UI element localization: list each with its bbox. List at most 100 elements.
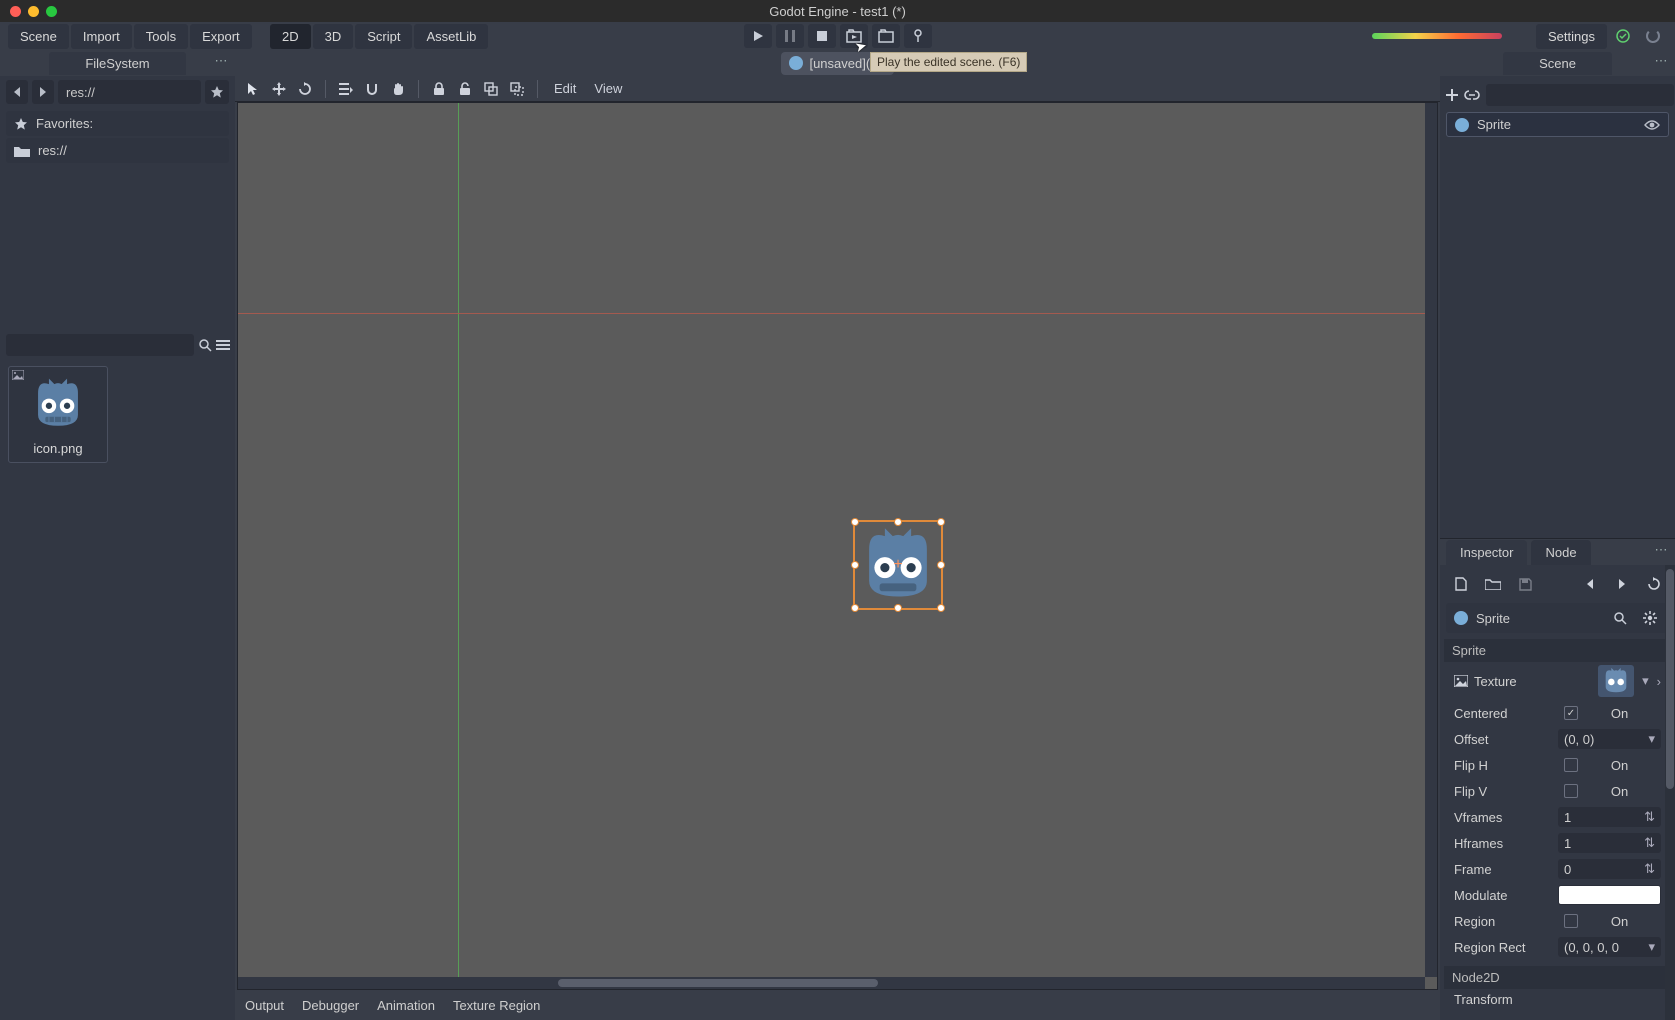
list-select-tool[interactable] (334, 78, 358, 100)
prop-flipv-checkbox[interactable] (1564, 784, 1578, 798)
inspector-tab[interactable]: Inspector (1446, 540, 1527, 565)
prop-centered-label: Centered (1454, 706, 1550, 721)
prop-region-label: Region (1454, 914, 1550, 929)
insp-history-back[interactable] (1579, 573, 1601, 595)
prop-frame-field[interactable]: 0⇅ (1558, 859, 1661, 879)
scene-dock-options[interactable]: ⋯ (1653, 54, 1669, 68)
canvas-toolbar: Edit View (235, 76, 1440, 102)
fs-favorite-toggle[interactable] (205, 80, 229, 104)
fs-search-button[interactable] (198, 334, 212, 356)
play-custom-scene-button[interactable] (872, 24, 900, 48)
menu-scene[interactable]: Scene (8, 24, 69, 49)
settings-button[interactable]: Settings (1536, 24, 1607, 49)
select-tool[interactable] (241, 78, 265, 100)
fs-file-item[interactable]: icon.png (8, 366, 108, 463)
resize-handle[interactable] (937, 604, 945, 612)
fs-view-mode-button[interactable] (216, 334, 230, 356)
prop-regionrect-field[interactable]: (0, 0, 0, 0▾ (1558, 937, 1661, 957)
image-type-icon (12, 370, 24, 380)
filesystem-dock-tab[interactable]: FileSystem (49, 52, 185, 75)
node-visibility-toggle[interactable] (1644, 119, 1660, 131)
fs-favorites-row[interactable]: Favorites: (6, 111, 229, 136)
ungroup-tool[interactable] (505, 78, 529, 100)
prop-centered-value: On (1611, 706, 1628, 721)
prop-texture-thumb[interactable] (1598, 665, 1634, 697)
inspector-scrollbar-thumb[interactable] (1666, 569, 1674, 789)
prop-modulate-swatch[interactable] (1558, 885, 1661, 905)
fs-forward-button[interactable] (32, 80, 54, 104)
workspace-3d-tab[interactable]: 3D (313, 24, 354, 49)
play-button[interactable] (744, 24, 772, 48)
inspector-dock-options[interactable]: ⋯ (1653, 543, 1669, 557)
debug-options-button[interactable] (904, 24, 932, 48)
fs-path-field[interactable]: res:// (58, 80, 201, 104)
pause-button[interactable] (776, 24, 804, 48)
move-tool[interactable] (267, 78, 291, 100)
prop-texture-expand[interactable]: › (1657, 674, 1661, 689)
add-node-button[interactable] (1446, 84, 1458, 106)
group-tool[interactable] (479, 78, 503, 100)
inspector-scrollbar[interactable] (1665, 565, 1675, 1020)
viewport-edit-menu[interactable]: Edit (546, 78, 584, 100)
resize-handle[interactable] (894, 604, 902, 612)
resize-handle[interactable] (894, 518, 902, 526)
menu-import[interactable]: Import (71, 24, 132, 49)
scene-root-node[interactable]: Sprite (1446, 112, 1669, 137)
window-minimize-button[interactable] (28, 6, 39, 17)
fs-back-button[interactable] (6, 80, 28, 104)
menu-tools[interactable]: Tools (134, 24, 188, 49)
rotate-tool[interactable] (293, 78, 317, 100)
resize-handle[interactable] (851, 561, 859, 569)
lock-tool[interactable] (427, 78, 451, 100)
window-close-button[interactable] (10, 6, 21, 17)
insp-new-resource-button[interactable] (1450, 573, 1472, 595)
prop-fliph-checkbox[interactable] (1564, 758, 1578, 772)
viewport-scrollbar-vertical[interactable] (1425, 103, 1437, 977)
filesystem-dock-options[interactable]: ⋯ (213, 54, 229, 68)
prop-texture-dropdown[interactable]: ▾ (1642, 673, 1649, 689)
prop-flipv-label: Flip V (1454, 784, 1550, 799)
workspace-script-tab[interactable]: Script (355, 24, 412, 49)
node-tab[interactable]: Node (1531, 540, 1590, 565)
prop-centered-checkbox[interactable]: ✓ (1564, 706, 1578, 720)
selected-sprite[interactable]: + (853, 520, 943, 610)
snap-tool[interactable] (360, 78, 384, 100)
pan-tool[interactable] (386, 78, 410, 100)
instance-scene-button[interactable] (1464, 84, 1480, 106)
bottom-output-tab[interactable]: Output (245, 998, 284, 1013)
resize-handle[interactable] (851, 604, 859, 612)
stop-button[interactable] (808, 24, 836, 48)
prop-offset-label: Offset (1454, 732, 1550, 747)
prop-hframes-field[interactable]: 1⇅ (1558, 833, 1661, 853)
insp-save-resource-button[interactable] (1514, 573, 1536, 595)
viewport-view-menu[interactable]: View (586, 78, 630, 100)
prop-offset-field[interactable]: (0, 0)▾ (1558, 729, 1661, 749)
scrollbar-thumb[interactable] (558, 979, 878, 987)
fs-root-row[interactable]: res:// (6, 138, 229, 163)
resize-handle[interactable] (851, 518, 859, 526)
scene-dock-tab[interactable]: Scene (1503, 52, 1612, 75)
scene-tree-filter-input[interactable] (1486, 84, 1674, 106)
unlock-tool[interactable] (453, 78, 477, 100)
menu-export[interactable]: Export (190, 24, 252, 49)
prop-texture-label: Texture (1474, 674, 1554, 689)
scene-root-node-label: Sprite (1477, 117, 1511, 132)
resize-handle[interactable] (937, 518, 945, 526)
resize-handle[interactable] (937, 561, 945, 569)
bottom-textureregion-tab[interactable]: Texture Region (453, 998, 540, 1013)
workspace-assetlib-tab[interactable]: AssetLib (414, 24, 488, 49)
prop-vframes-field[interactable]: 1⇅ (1558, 807, 1661, 827)
insp-history-reset[interactable] (1643, 573, 1665, 595)
fs-search-input[interactable] (6, 334, 194, 356)
canvas-viewport[interactable]: + (237, 102, 1438, 990)
bottom-debugger-tab[interactable]: Debugger (302, 998, 359, 1013)
bottom-animation-tab[interactable]: Animation (377, 998, 435, 1013)
viewport-scrollbar-horizontal[interactable] (238, 977, 1425, 989)
insp-settings-button[interactable] (1639, 607, 1661, 629)
prop-region-checkbox[interactable] (1564, 914, 1578, 928)
insp-history-forward[interactable] (1611, 573, 1633, 595)
window-zoom-button[interactable] (46, 6, 57, 17)
workspace-2d-tab[interactable]: 2D (270, 24, 311, 49)
insp-load-resource-button[interactable] (1482, 573, 1504, 595)
insp-search-button[interactable] (1609, 607, 1631, 629)
